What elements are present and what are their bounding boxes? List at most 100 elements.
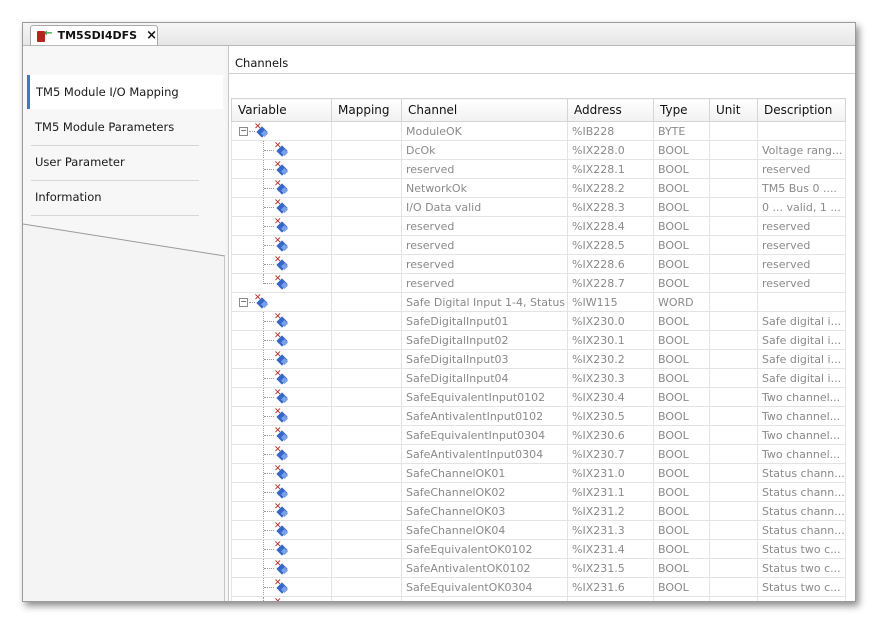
nav-item-information[interactable]: Information bbox=[27, 180, 223, 214]
table-row[interactable]: ✕ reserved %IX228.5 BOOL reserved bbox=[231, 235, 846, 255]
variable-cell[interactable]: ✕ bbox=[231, 558, 332, 578]
variable-cell[interactable]: ✕ bbox=[231, 197, 332, 217]
variable-cell[interactable]: ✕ bbox=[231, 406, 332, 426]
mapping-cell[interactable] bbox=[331, 425, 402, 445]
document-tab[interactable]: ← TM5SDI4DFS × bbox=[30, 25, 158, 45]
mapping-cell[interactable] bbox=[331, 482, 402, 502]
mapping-cell[interactable] bbox=[331, 140, 402, 160]
mapping-cell[interactable] bbox=[331, 520, 402, 540]
variable-cell[interactable]: ✕ bbox=[231, 444, 332, 464]
table-row[interactable]: ✕ SafeDigitalInput02 %IX230.1 BOOL Safe digi… bbox=[231, 330, 846, 350]
tree-connector bbox=[264, 150, 274, 152]
table-row[interactable]: ✕ DcOk %IX228.0 BOOL Voltage rang... bbox=[231, 140, 846, 160]
variable-cell[interactable]: ✕ bbox=[231, 501, 332, 521]
variable-cell[interactable]: ✕ bbox=[231, 159, 332, 179]
table-row[interactable]: − ✕ Safe Digital Input 1-4, Status %IW115 WO… bbox=[231, 292, 846, 312]
mapping-cell[interactable] bbox=[331, 539, 402, 559]
mapping-cell[interactable] bbox=[331, 558, 402, 578]
variable-cell[interactable]: ✕ bbox=[231, 482, 332, 502]
nav-item-io-mapping[interactable]: TM5 Module I/O Mapping bbox=[27, 75, 223, 109]
mapping-cell[interactable] bbox=[331, 463, 402, 483]
mapping-cell[interactable] bbox=[331, 406, 402, 426]
mapping-cell[interactable] bbox=[331, 121, 402, 141]
table-row[interactable]: ✕ SafeChannelOK01 %IX231.0 BOOL Status chann… bbox=[231, 463, 846, 483]
table-row[interactable]: ✕ reserved %IX228.1 BOOL reserved bbox=[231, 159, 846, 179]
table-row[interactable]: ✕ SafeDigitalInput04 %IX230.3 BOOL Safe digi… bbox=[231, 368, 846, 388]
column-header-channel[interactable]: Channel bbox=[401, 98, 568, 122]
table-row[interactable]: ✕ SafeAntivalentInput0102 %IX230.5 BOOL Two … bbox=[231, 406, 846, 426]
mapping-cell[interactable] bbox=[331, 387, 402, 407]
mapping-cell[interactable] bbox=[331, 311, 402, 331]
table-row[interactable]: ✕ NetworkOk %IX228.2 BOOL TM5 Bus 0 .... bbox=[231, 178, 846, 198]
table-row[interactable]: ✕ SafeAntivalentInput0304 %IX230.7 BOOL Two … bbox=[231, 444, 846, 464]
table-row[interactable]: ✕ reserved %IX228.7 BOOL reserved bbox=[231, 273, 846, 293]
table-row[interactable]: ✕ SafeEquivalentOK0102 %IX231.4 BOOL Status … bbox=[231, 539, 846, 559]
mapping-cell[interactable] bbox=[331, 444, 402, 464]
table-row[interactable]: ✕ reserved %IX228.4 BOOL reserved bbox=[231, 216, 846, 236]
mapping-cell[interactable] bbox=[331, 216, 402, 236]
mapping-cell[interactable] bbox=[331, 235, 402, 255]
address-cell: %IX230.0 bbox=[567, 311, 654, 331]
variable-cell[interactable]: ✕ bbox=[231, 140, 332, 160]
mapping-cell[interactable] bbox=[331, 501, 402, 521]
variable-cell[interactable]: ✕ bbox=[231, 254, 332, 274]
mapping-cell[interactable] bbox=[331, 273, 402, 293]
mapping-cell[interactable] bbox=[331, 292, 402, 312]
variable-cell[interactable]: ✕ bbox=[231, 577, 332, 597]
table-row[interactable]: ✕ SafeDigitalInput03 %IX230.2 BOOL Safe digi… bbox=[231, 349, 846, 369]
variable-cell[interactable]: ✕ bbox=[231, 539, 332, 559]
table-row[interactable]: ✕ SafeEquivalentInput0304 %IX230.6 BOOL Two … bbox=[231, 425, 846, 445]
editor-window: ← TM5SDI4DFS × TM5 Module I/O Mapping TM… bbox=[22, 22, 856, 602]
table-row[interactable]: ✕ SafeDigitalInput01 %IX230.0 BOOL Safe digi… bbox=[231, 311, 846, 331]
mapping-cell[interactable] bbox=[331, 349, 402, 369]
variable-cell[interactable]: ✕ bbox=[231, 463, 332, 483]
nav-item-module-parameters[interactable]: TM5 Module Parameters bbox=[27, 110, 223, 144]
table-row[interactable]: − ✕ ModuleOK %IB228 BYTE bbox=[231, 121, 846, 141]
table-row[interactable]: ✕ SafeAntivalentOK0102 %IX231.5 BOOL Status … bbox=[231, 558, 846, 578]
column-header-type[interactable]: Type bbox=[653, 98, 710, 122]
nav-item-user-parameter[interactable]: User Parameter bbox=[27, 145, 223, 179]
variable-cell[interactable]: ✕ bbox=[231, 520, 332, 540]
column-header-mapping[interactable]: Mapping bbox=[331, 98, 402, 122]
variable-cell[interactable]: ✕ bbox=[231, 425, 332, 445]
mapping-cell[interactable] bbox=[331, 254, 402, 274]
mapping-cell[interactable] bbox=[331, 178, 402, 198]
mapping-cell[interactable] bbox=[331, 330, 402, 350]
table-row[interactable]: ✕ SafeChannelOK03 %IX231.2 BOOL Status chann… bbox=[231, 501, 846, 521]
variable-cell[interactable]: ✕ bbox=[231, 368, 332, 388]
device-module-icon: ← bbox=[37, 28, 52, 43]
variable-cell[interactable]: − ✕ bbox=[231, 121, 332, 141]
variable-cell[interactable]: ✕ bbox=[231, 178, 332, 198]
table-row[interactable]: ✕ SafeChannelOK04 %IX231.3 BOOL Status chann… bbox=[231, 520, 846, 540]
mapping-cell[interactable] bbox=[331, 197, 402, 217]
table-row[interactable]: ✕ SafeAntivalentOK0304%IX231.7BOOL Status … bbox=[231, 596, 846, 601]
mapping-cell[interactable] bbox=[331, 159, 402, 179]
tree-connector bbox=[264, 340, 274, 342]
table-row[interactable]: ✕ SafeChannelOK02 %IX231.1 BOOL Status chann… bbox=[231, 482, 846, 502]
column-header-variable[interactable]: Variable bbox=[231, 98, 332, 122]
variable-cell[interactable]: ✕ bbox=[231, 387, 332, 407]
variable-cell[interactable]: ✕ bbox=[231, 311, 332, 331]
variable-cell[interactable]: ✕ bbox=[231, 273, 332, 293]
mapping-cell[interactable] bbox=[331, 577, 402, 597]
collapse-icon[interactable]: − bbox=[239, 127, 248, 136]
variable-cell[interactable]: ✕ bbox=[231, 235, 332, 255]
variable-cell[interactable]: ✕ bbox=[231, 330, 332, 350]
variable-cell[interactable]: − ✕ bbox=[231, 292, 332, 312]
variable-cell[interactable]: ✕ bbox=[231, 349, 332, 369]
column-header-unit[interactable]: Unit bbox=[709, 98, 758, 122]
table-row[interactable]: ✕ SafeEquivalentOK0304 %IX231.6 BOOL Status … bbox=[231, 577, 846, 597]
table-row[interactable]: ✕ SafeEquivalentInput0102 %IX230.4 BOOL Two … bbox=[231, 387, 846, 407]
variable-cell[interactable]: ✕ bbox=[231, 216, 332, 236]
mapping-cell[interactable] bbox=[331, 368, 402, 388]
variable-cell[interactable]: ✕ bbox=[231, 596, 332, 601]
mapping-cell[interactable] bbox=[331, 596, 402, 601]
description-cell: Safe digital i... bbox=[757, 349, 846, 369]
table-row[interactable]: ✕ I/O Data valid %IX228.3 BOOL 0 ... valid, … bbox=[231, 197, 846, 217]
table-row[interactable]: ✕ reserved %IX228.6 BOOL reserved bbox=[231, 254, 846, 274]
collapse-icon[interactable]: − bbox=[239, 298, 248, 307]
column-header-address[interactable]: Address bbox=[567, 98, 654, 122]
close-icon[interactable]: × bbox=[146, 28, 157, 43]
column-header-description[interactable]: Description bbox=[757, 98, 846, 122]
type-cell: BOOL bbox=[653, 482, 710, 502]
